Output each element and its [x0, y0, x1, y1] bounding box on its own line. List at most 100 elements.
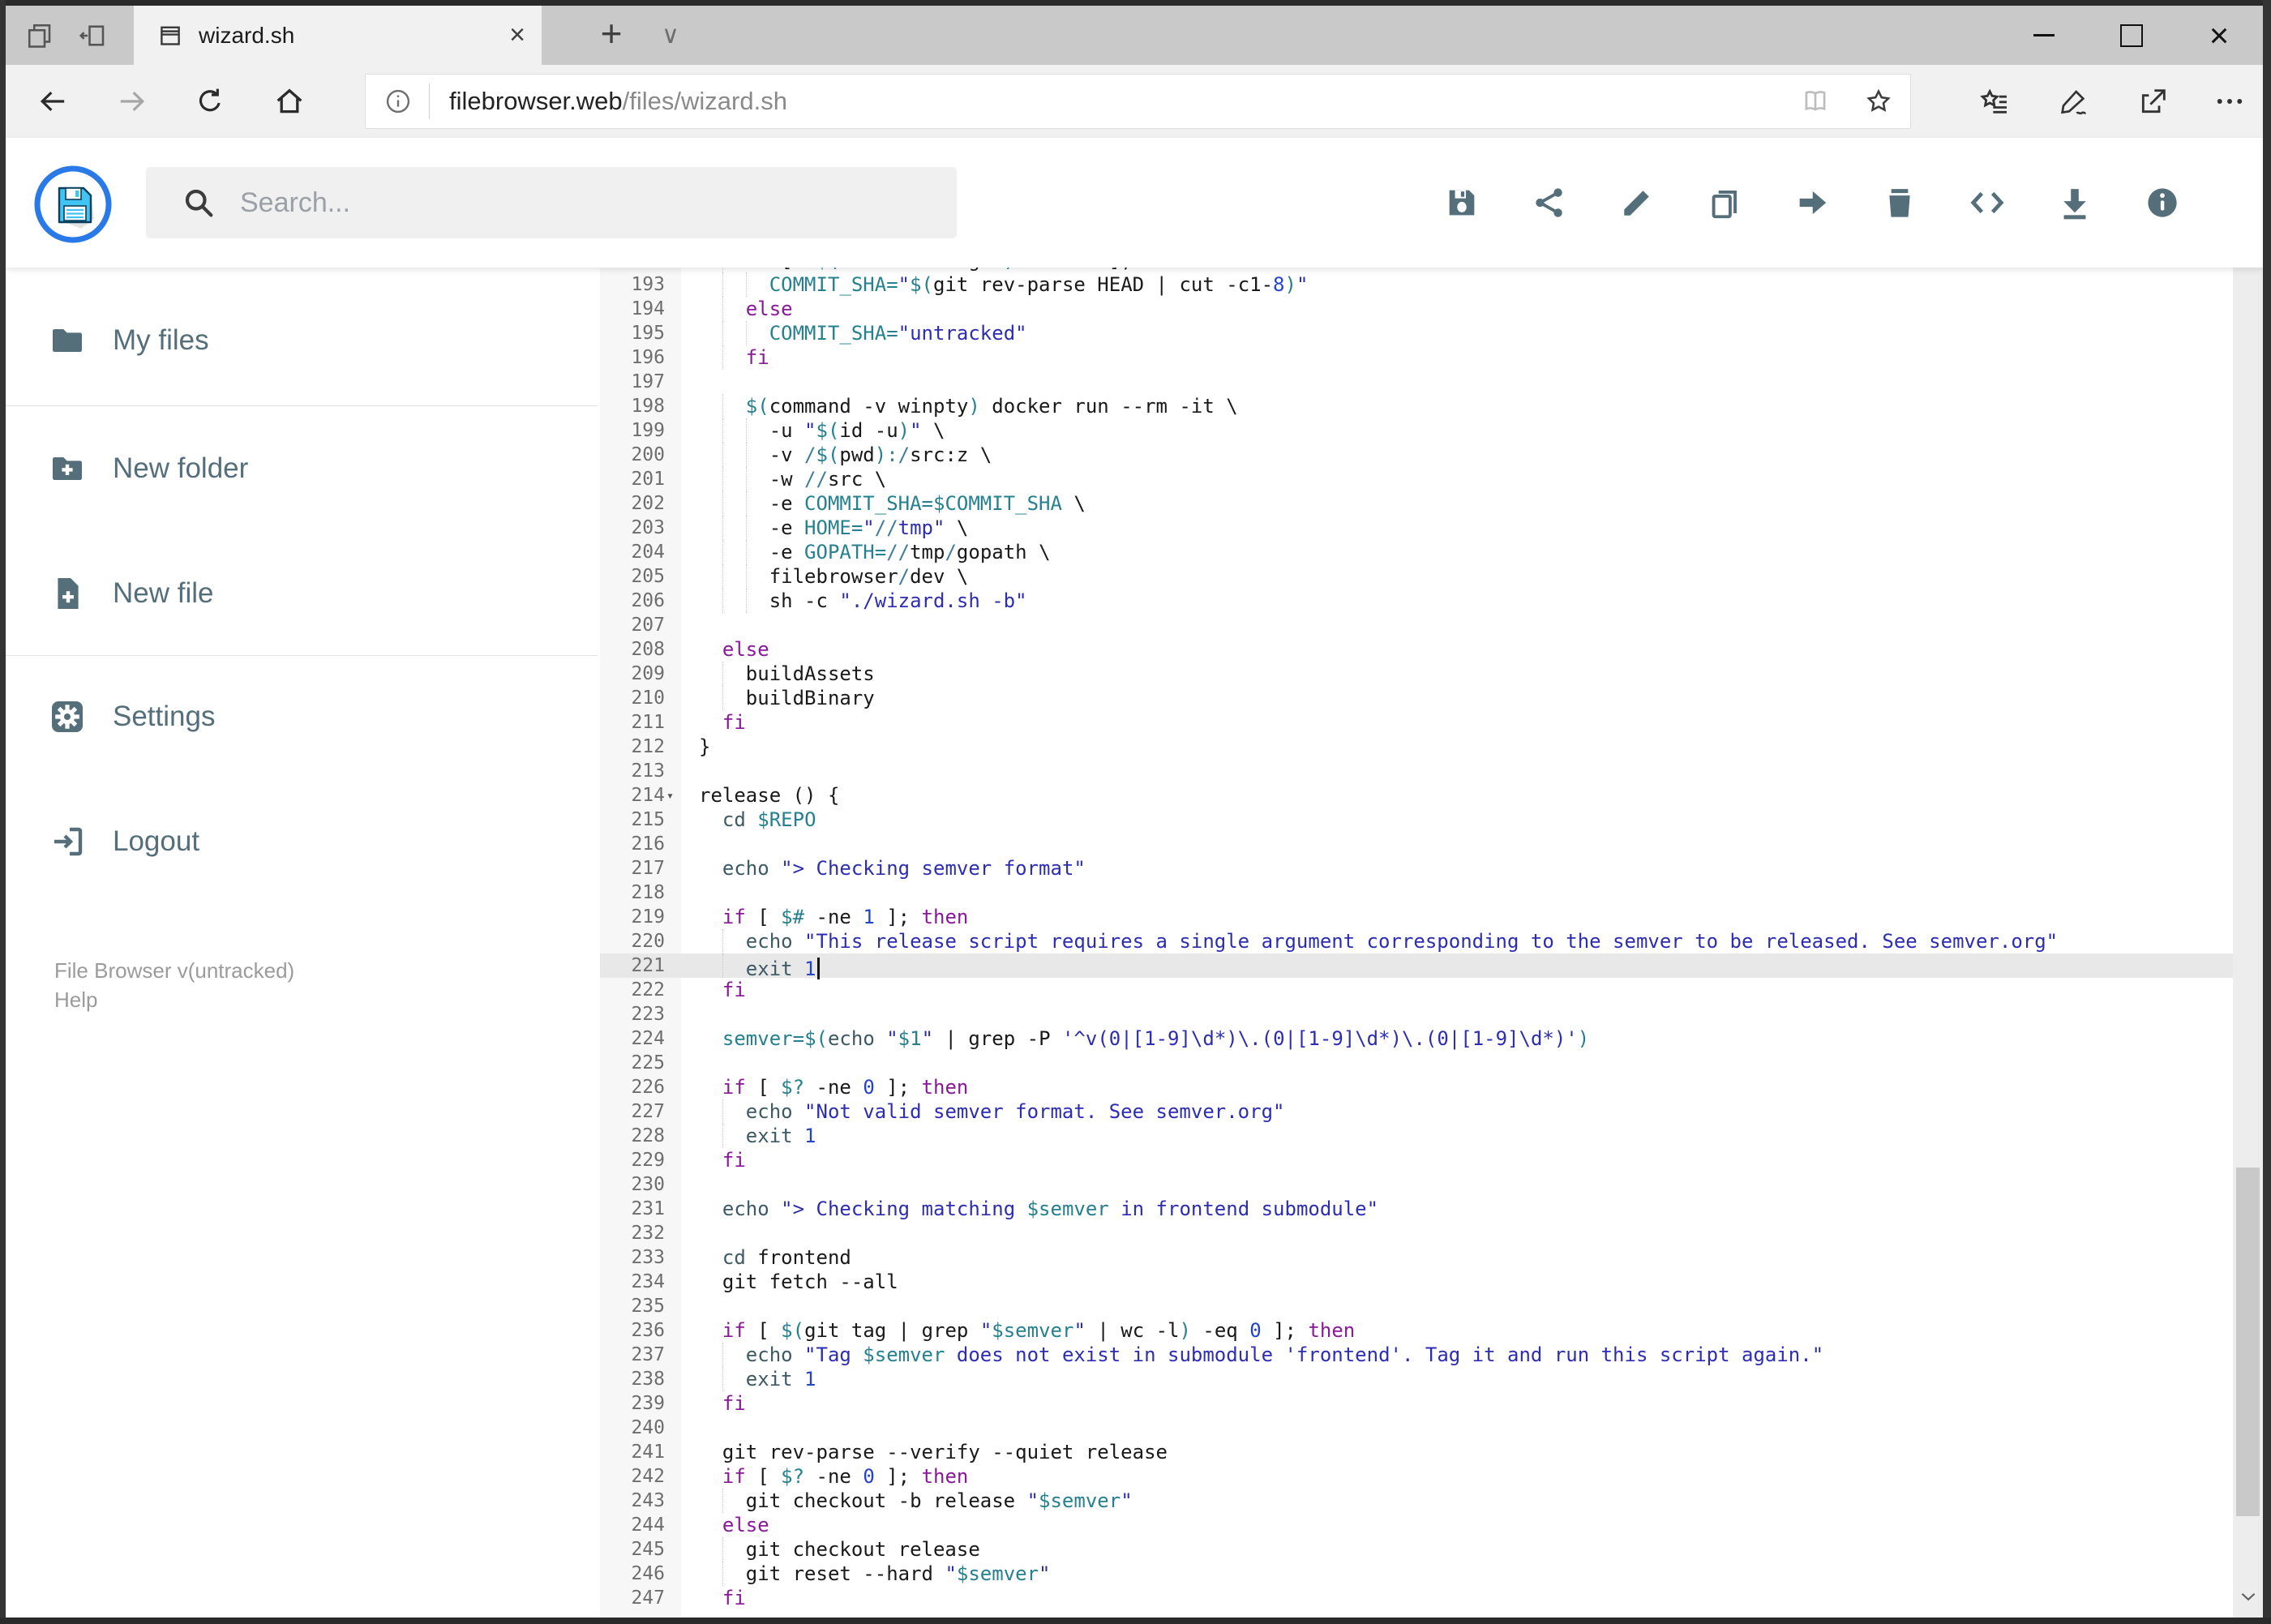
- code-text[interactable]: git fetch --all: [699, 1270, 2233, 1294]
- fold-marker-icon[interactable]: ▾: [666, 783, 681, 808]
- info-button[interactable]: [2119, 154, 2206, 251]
- code-line[interactable]: 246 git reset --hard "$semver": [600, 1562, 2233, 1586]
- window-close-button[interactable]: ×: [2175, 6, 2263, 65]
- code-line[interactable]: 193 COMMIT_SHA="$(git rev-parse HEAD | c…: [600, 272, 2233, 297]
- code-line[interactable]: 197: [600, 370, 2233, 394]
- code-text[interactable]: [699, 1002, 2233, 1026]
- code-line[interactable]: 212}: [600, 735, 2233, 759]
- download-button[interactable]: [2031, 154, 2119, 251]
- site-info-icon[interactable]: [383, 87, 413, 116]
- favorites-star-icon[interactable]: [1847, 86, 1910, 117]
- code-text[interactable]: echo "Not valid semver format. See semve…: [699, 1099, 2233, 1124]
- help-link[interactable]: Help: [54, 988, 97, 1013]
- code-line[interactable]: 243 git checkout -b release "$semver": [600, 1489, 2233, 1513]
- new-tab-button[interactable]: +: [583, 6, 640, 65]
- code-line[interactable]: 227 echo "Not valid semver format. See s…: [600, 1099, 2233, 1124]
- code-text[interactable]: [699, 1051, 2233, 1075]
- move-button[interactable]: [1768, 154, 1856, 251]
- sidebar-item-new-file[interactable]: New file: [6, 555, 533, 632]
- code-text[interactable]: [699, 1294, 2233, 1318]
- code-text[interactable]: [699, 1172, 2233, 1197]
- code-line[interactable]: 231 echo "> Checking matching $semver in…: [600, 1197, 2233, 1221]
- code-text[interactable]: git rev-parse --verify --quiet release: [699, 1440, 2233, 1464]
- code-text[interactable]: [699, 370, 2233, 394]
- code-text[interactable]: exit 1: [699, 1124, 2233, 1148]
- code-line[interactable]: 207: [600, 613, 2233, 637]
- code-text[interactable]: COMMIT_SHA="$(git rev-parse HEAD | cut -…: [699, 272, 2233, 297]
- sidebar-item-settings[interactable]: Settings: [6, 678, 533, 756]
- code-line[interactable]: 200 -v /$(pwd):/src:z \: [600, 443, 2233, 467]
- code-line[interactable]: 195 COMMIT_SHA="untracked": [600, 321, 2233, 345]
- code-text[interactable]: $(command -v winpty) docker run --rm -it…: [699, 394, 2233, 418]
- page-scrollbar[interactable]: [2233, 138, 2263, 1618]
- share-page-icon[interactable]: [2119, 65, 2188, 138]
- code-text[interactable]: fi: [699, 1148, 2233, 1172]
- code-line[interactable]: 194 else: [600, 297, 2233, 321]
- code-text[interactable]: fi: [699, 1586, 2233, 1610]
- code-text[interactable]: else: [699, 1513, 2233, 1537]
- code-text[interactable]: fi: [699, 345, 2233, 370]
- code-text[interactable]: [699, 613, 2233, 637]
- code-line[interactable]: 211 fi: [600, 710, 2233, 735]
- code-text[interactable]: cd $REPO: [699, 808, 2233, 832]
- save-button[interactable]: [1418, 154, 1506, 251]
- code-line[interactable]: 220 echo "This release script requires a…: [600, 929, 2233, 953]
- forward-button[interactable]: [100, 65, 165, 138]
- code-text[interactable]: [699, 881, 2233, 905]
- code-line[interactable]: 206 sh -c "./wizard.sh -b": [600, 589, 2233, 613]
- code-text[interactable]: fi: [699, 978, 2233, 1002]
- code-text[interactable]: buildBinary: [699, 686, 2233, 710]
- code-line[interactable]: 221 exit 1: [600, 953, 2233, 980]
- set-tabs-aside-icon[interactable]: [75, 6, 111, 65]
- code-line[interactable]: 239 fi: [600, 1391, 2233, 1416]
- code-text[interactable]: release () {: [699, 783, 2233, 808]
- code-text[interactable]: -u "$(id -u)" \: [699, 418, 2233, 443]
- code-line[interactable]: 219 if [ $# -ne 1 ]; then: [600, 905, 2233, 929]
- code-text[interactable]: fi: [699, 710, 2233, 735]
- code-text[interactable]: [699, 759, 2233, 783]
- copy-button[interactable]: [1681, 154, 1768, 251]
- code-line[interactable]: 203 -e HOME="//tmp" \: [600, 516, 2233, 540]
- code-line[interactable]: 204 -e GOPATH=//tmp/gopath \: [600, 540, 2233, 564]
- code-text[interactable]: exit 1: [699, 1367, 2233, 1391]
- code-text[interactable]: COMMIT_SHA="untracked": [699, 321, 2233, 345]
- code-line[interactable]: 241 git rev-parse --verify --quiet relea…: [600, 1440, 2233, 1464]
- code-line[interactable]: 215 cd $REPO: [600, 808, 2233, 832]
- code-text[interactable]: filebrowser/dev \: [699, 564, 2233, 589]
- code-line[interactable]: 240: [600, 1416, 2233, 1440]
- code-text[interactable]: -e COMMIT_SHA=$COMMIT_SHA \: [699, 491, 2233, 516]
- code-line[interactable]: 236 if [ $(git tag | grep "$semver" | wc…: [600, 1318, 2233, 1343]
- code-line[interactable]: 234 git fetch --all: [600, 1270, 2233, 1294]
- code-text[interactable]: fi: [699, 1391, 2233, 1416]
- code-line[interactable]: 230: [600, 1172, 2233, 1197]
- code-editor[interactable]: 192 if [ "$(command -v git)" != "" ]; th…: [600, 268, 2233, 1618]
- code-line[interactable]: 223: [600, 1002, 2233, 1026]
- code-line[interactable]: 218: [600, 881, 2233, 905]
- sidebar-item-new-folder[interactable]: New folder: [6, 430, 533, 508]
- code-line[interactable]: 245 git checkout release: [600, 1537, 2233, 1562]
- maximize-button[interactable]: [2088, 6, 2175, 65]
- code-line[interactable]: 226 if [ $? -ne 0 ]; then: [600, 1075, 2233, 1099]
- annotate-pen-icon[interactable]: [2039, 65, 2109, 138]
- minimize-button[interactable]: [2000, 6, 2088, 65]
- code-line[interactable]: 228 exit 1: [600, 1124, 2233, 1148]
- delete-button[interactable]: [1856, 154, 1943, 251]
- code-line[interactable]: 199 -u "$(id -u)" \: [600, 418, 2233, 443]
- sidebar-item-logout[interactable]: Logout: [6, 803, 533, 881]
- search-box[interactable]: [146, 167, 957, 238]
- code-line[interactable]: 201 -w //src \: [600, 467, 2233, 491]
- favorites-hub-icon[interactable]: [1960, 65, 2029, 138]
- code-line[interactable]: 198 $(command -v winpty) docker run --rm…: [600, 394, 2233, 418]
- code-line[interactable]: 222 fi: [600, 978, 2233, 1002]
- code-text[interactable]: [699, 832, 2233, 856]
- tab-preview-chevron-icon[interactable]: ∨: [646, 6, 695, 65]
- code-text[interactable]: if [ $? -ne 0 ]; then: [699, 1464, 2233, 1489]
- code-line[interactable]: 225: [600, 1051, 2233, 1075]
- code-text[interactable]: if [ $(git tag | grep "$semver" | wc -l)…: [699, 1318, 2233, 1343]
- code-text[interactable]: git reset --hard "$semver": [699, 1562, 2233, 1586]
- tab-close-icon[interactable]: ×: [493, 19, 542, 51]
- filebrowser-logo[interactable]: [34, 165, 112, 243]
- sidebar-item-my-files[interactable]: My files: [6, 302, 533, 379]
- rename-button[interactable]: [1593, 154, 1681, 251]
- browser-tab-wizard-sh[interactable]: wizard.sh ×: [134, 6, 542, 65]
